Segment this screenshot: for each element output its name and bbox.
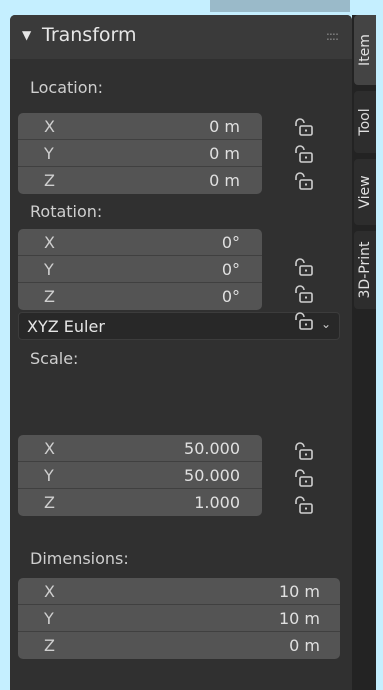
sidebar-tabs: Item Tool View 3D-Print <box>352 15 376 690</box>
field-value: 0° <box>221 233 240 252</box>
rotation-x-lock-icon[interactable] <box>293 258 315 276</box>
field-value: 0 m <box>289 636 320 655</box>
location-x-lock-icon[interactable] <box>293 118 315 136</box>
axis-label: X <box>44 117 55 136</box>
rotation-mode-value: XYZ Euler <box>27 317 105 336</box>
field-value: 50.000 <box>184 439 240 458</box>
axis-label: Y <box>44 260 54 279</box>
rotation-label: Rotation: <box>30 202 103 221</box>
location-x-field[interactable]: X 0 m <box>18 113 262 140</box>
scale-z-lock-icon[interactable] <box>293 496 315 514</box>
tab-3d-print[interactable]: 3D-Print <box>354 231 376 309</box>
dimensions-y-field[interactable]: Y 10 m <box>18 605 340 632</box>
chevron-down-icon: ⌄ <box>320 317 331 331</box>
scale-y-lock-icon[interactable] <box>293 469 315 487</box>
scale-y-field[interactable]: Y 50.000 <box>18 462 262 489</box>
axis-label: Y <box>44 609 54 628</box>
dimensions-x-field[interactable]: X 10 m <box>18 578 340 605</box>
axis-label: Y <box>44 466 54 485</box>
top-strip-shadow <box>210 0 350 12</box>
field-value: 0° <box>221 287 240 306</box>
field-value: 1.000 <box>194 493 240 512</box>
rotation-mode-dropdown[interactable]: XYZ Euler ⌄ <box>18 312 340 340</box>
field-value: 10 m <box>278 609 320 628</box>
collapse-triangle-icon[interactable]: ▼ <box>22 28 31 42</box>
axis-label: Z <box>44 493 55 512</box>
scale-x-field[interactable]: X 50.000 <box>18 435 262 462</box>
location-y-field[interactable]: Y 0 m <box>18 140 262 167</box>
rotation-y-lock-icon[interactable] <box>293 285 315 303</box>
drag-grip-icon[interactable]: :::: <box>326 29 339 43</box>
dimensions-label: Dimensions: <box>30 549 129 568</box>
tab-label: Item <box>357 34 373 66</box>
field-value: 0 m <box>209 117 240 136</box>
location-z-lock-icon[interactable] <box>293 172 315 190</box>
panel-header[interactable]: ▼ Transform :::: <box>10 15 352 59</box>
rotation-y-field[interactable]: Y 0° <box>18 256 262 283</box>
tab-view[interactable]: View <box>354 159 376 225</box>
field-value: 0 m <box>209 171 240 190</box>
axis-label: Z <box>44 171 55 190</box>
axis-label: Z <box>44 636 55 655</box>
axis-label: X <box>44 582 55 601</box>
tab-item[interactable]: Item <box>354 15 376 85</box>
scale-z-field[interactable]: Z 1.000 <box>18 489 262 516</box>
top-strip <box>0 0 383 12</box>
axis-label: Z <box>44 287 55 306</box>
transform-panel: ▼ Transform :::: Location: X 0 m Y 0 m Z… <box>10 15 352 690</box>
tab-label: 3D-Print <box>357 241 373 299</box>
field-value: 0° <box>221 260 240 279</box>
rotation-z-field[interactable]: Z 0° <box>18 283 262 310</box>
rotation-z-lock-icon[interactable] <box>293 312 315 330</box>
axis-label: X <box>44 439 55 458</box>
location-y-lock-icon[interactable] <box>293 145 315 163</box>
tab-label: Tool <box>357 108 373 136</box>
tab-label: View <box>357 175 373 209</box>
field-value: 0 m <box>209 144 240 163</box>
field-value: 50.000 <box>184 466 240 485</box>
location-z-field[interactable]: Z 0 m <box>18 167 262 194</box>
rotation-x-field[interactable]: X 0° <box>18 229 262 256</box>
panel-title: Transform <box>42 24 137 46</box>
scale-x-lock-icon[interactable] <box>293 442 315 460</box>
scale-label: Scale: <box>30 349 79 368</box>
field-value: 10 m <box>278 582 320 601</box>
dimensions-z-field[interactable]: Z 0 m <box>18 632 340 659</box>
axis-label: X <box>44 233 55 252</box>
tab-tool[interactable]: Tool <box>354 91 376 153</box>
location-label: Location: <box>30 78 104 97</box>
axis-label: Y <box>44 144 54 163</box>
